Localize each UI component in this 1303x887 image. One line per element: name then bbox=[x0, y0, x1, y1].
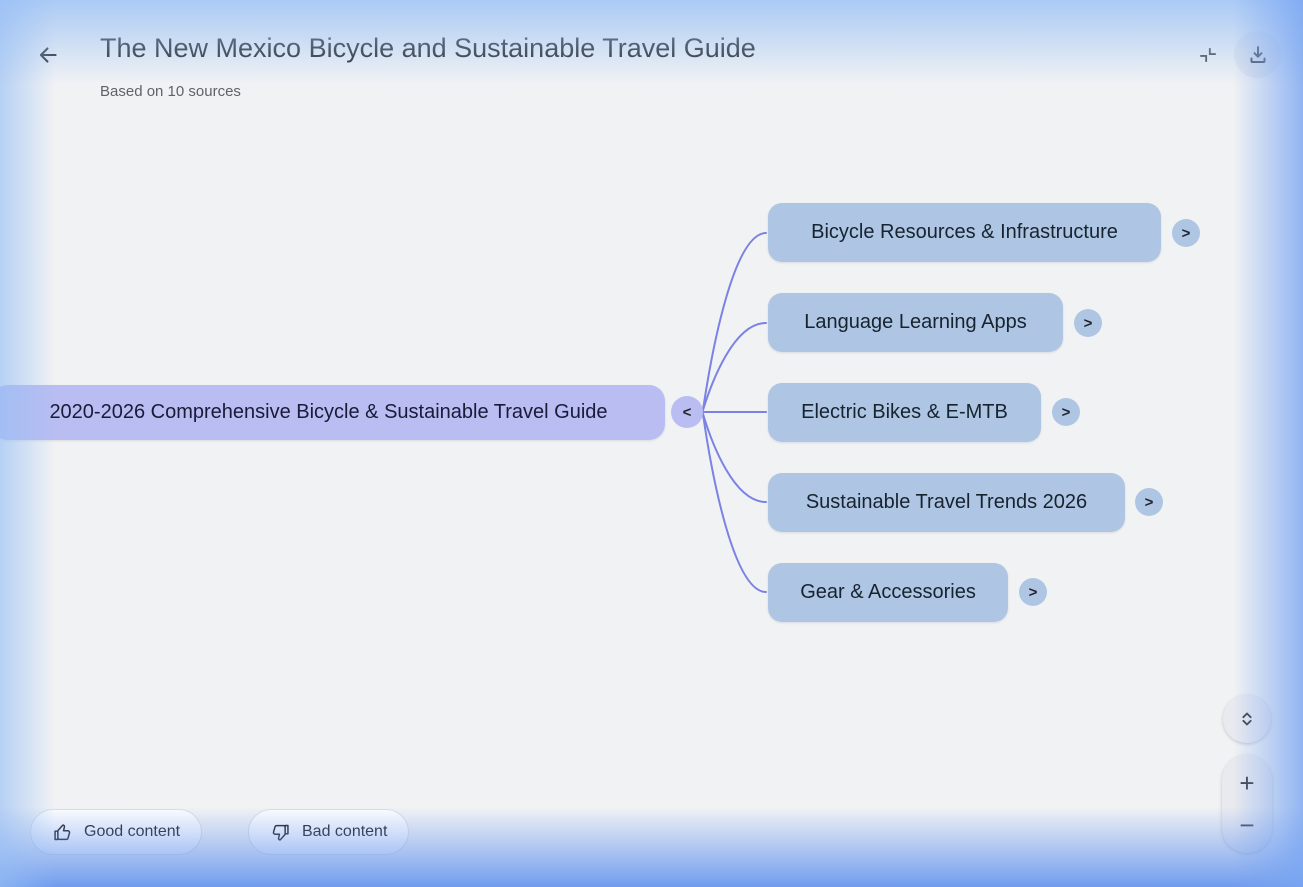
download-button[interactable] bbox=[1234, 31, 1281, 78]
collapse-content-icon bbox=[1197, 44, 1219, 66]
collapse-view-button[interactable] bbox=[1189, 36, 1227, 74]
good-content-label: Good content bbox=[84, 823, 180, 841]
mindmap-node-language-apps[interactable]: Language Learning Apps bbox=[768, 293, 1063, 352]
expand-toggle-gear-accessories[interactable]: > bbox=[1019, 578, 1047, 606]
zoom-out-button[interactable]: − bbox=[1222, 804, 1272, 853]
back-button[interactable] bbox=[30, 37, 66, 73]
page-title: The New Mexico Bicycle and Sustainable T… bbox=[100, 31, 756, 65]
bad-content-button[interactable]: Bad content bbox=[248, 809, 409, 855]
bad-content-label: Bad content bbox=[302, 823, 387, 841]
zoom-in-button[interactable]: + bbox=[1222, 755, 1272, 804]
link-root-child-4 bbox=[703, 414, 766, 502]
thumbs-up-icon bbox=[52, 822, 73, 843]
expand-toggle-bicycle-resources[interactable]: > bbox=[1172, 219, 1200, 247]
mindmap-node-travel-trends[interactable]: Sustainable Travel Trends 2026 bbox=[768, 473, 1125, 532]
zoom-controls: + − bbox=[1222, 755, 1272, 853]
unfold-more-icon bbox=[1236, 708, 1258, 730]
sources-count: Based on 10 sources bbox=[100, 83, 241, 100]
thumbs-down-icon bbox=[270, 822, 291, 843]
mindmap-links bbox=[0, 0, 1303, 887]
root-collapse-toggle[interactable]: < bbox=[671, 396, 703, 428]
back-arrow-icon bbox=[35, 42, 61, 68]
good-content-button[interactable]: Good content bbox=[30, 809, 202, 855]
mindmap-node-bicycle-resources[interactable]: Bicycle Resources & Infrastructure bbox=[768, 203, 1161, 262]
expand-toggle-language-apps[interactable]: > bbox=[1074, 309, 1102, 337]
mindmap-root-node[interactable]: 2020-2026 Comprehensive Bicycle & Sustai… bbox=[0, 385, 665, 440]
expand-collapse-all-button[interactable] bbox=[1223, 695, 1271, 743]
mindmap-node-gear-accessories[interactable]: Gear & Accessories bbox=[768, 563, 1008, 622]
mindmap-node-electric-bikes[interactable]: Electric Bikes & E-MTB bbox=[768, 383, 1041, 442]
expand-toggle-electric-bikes[interactable]: > bbox=[1052, 398, 1080, 426]
download-icon bbox=[1246, 43, 1270, 67]
link-root-child-2 bbox=[703, 323, 766, 410]
expand-toggle-travel-trends[interactable]: > bbox=[1135, 488, 1163, 516]
